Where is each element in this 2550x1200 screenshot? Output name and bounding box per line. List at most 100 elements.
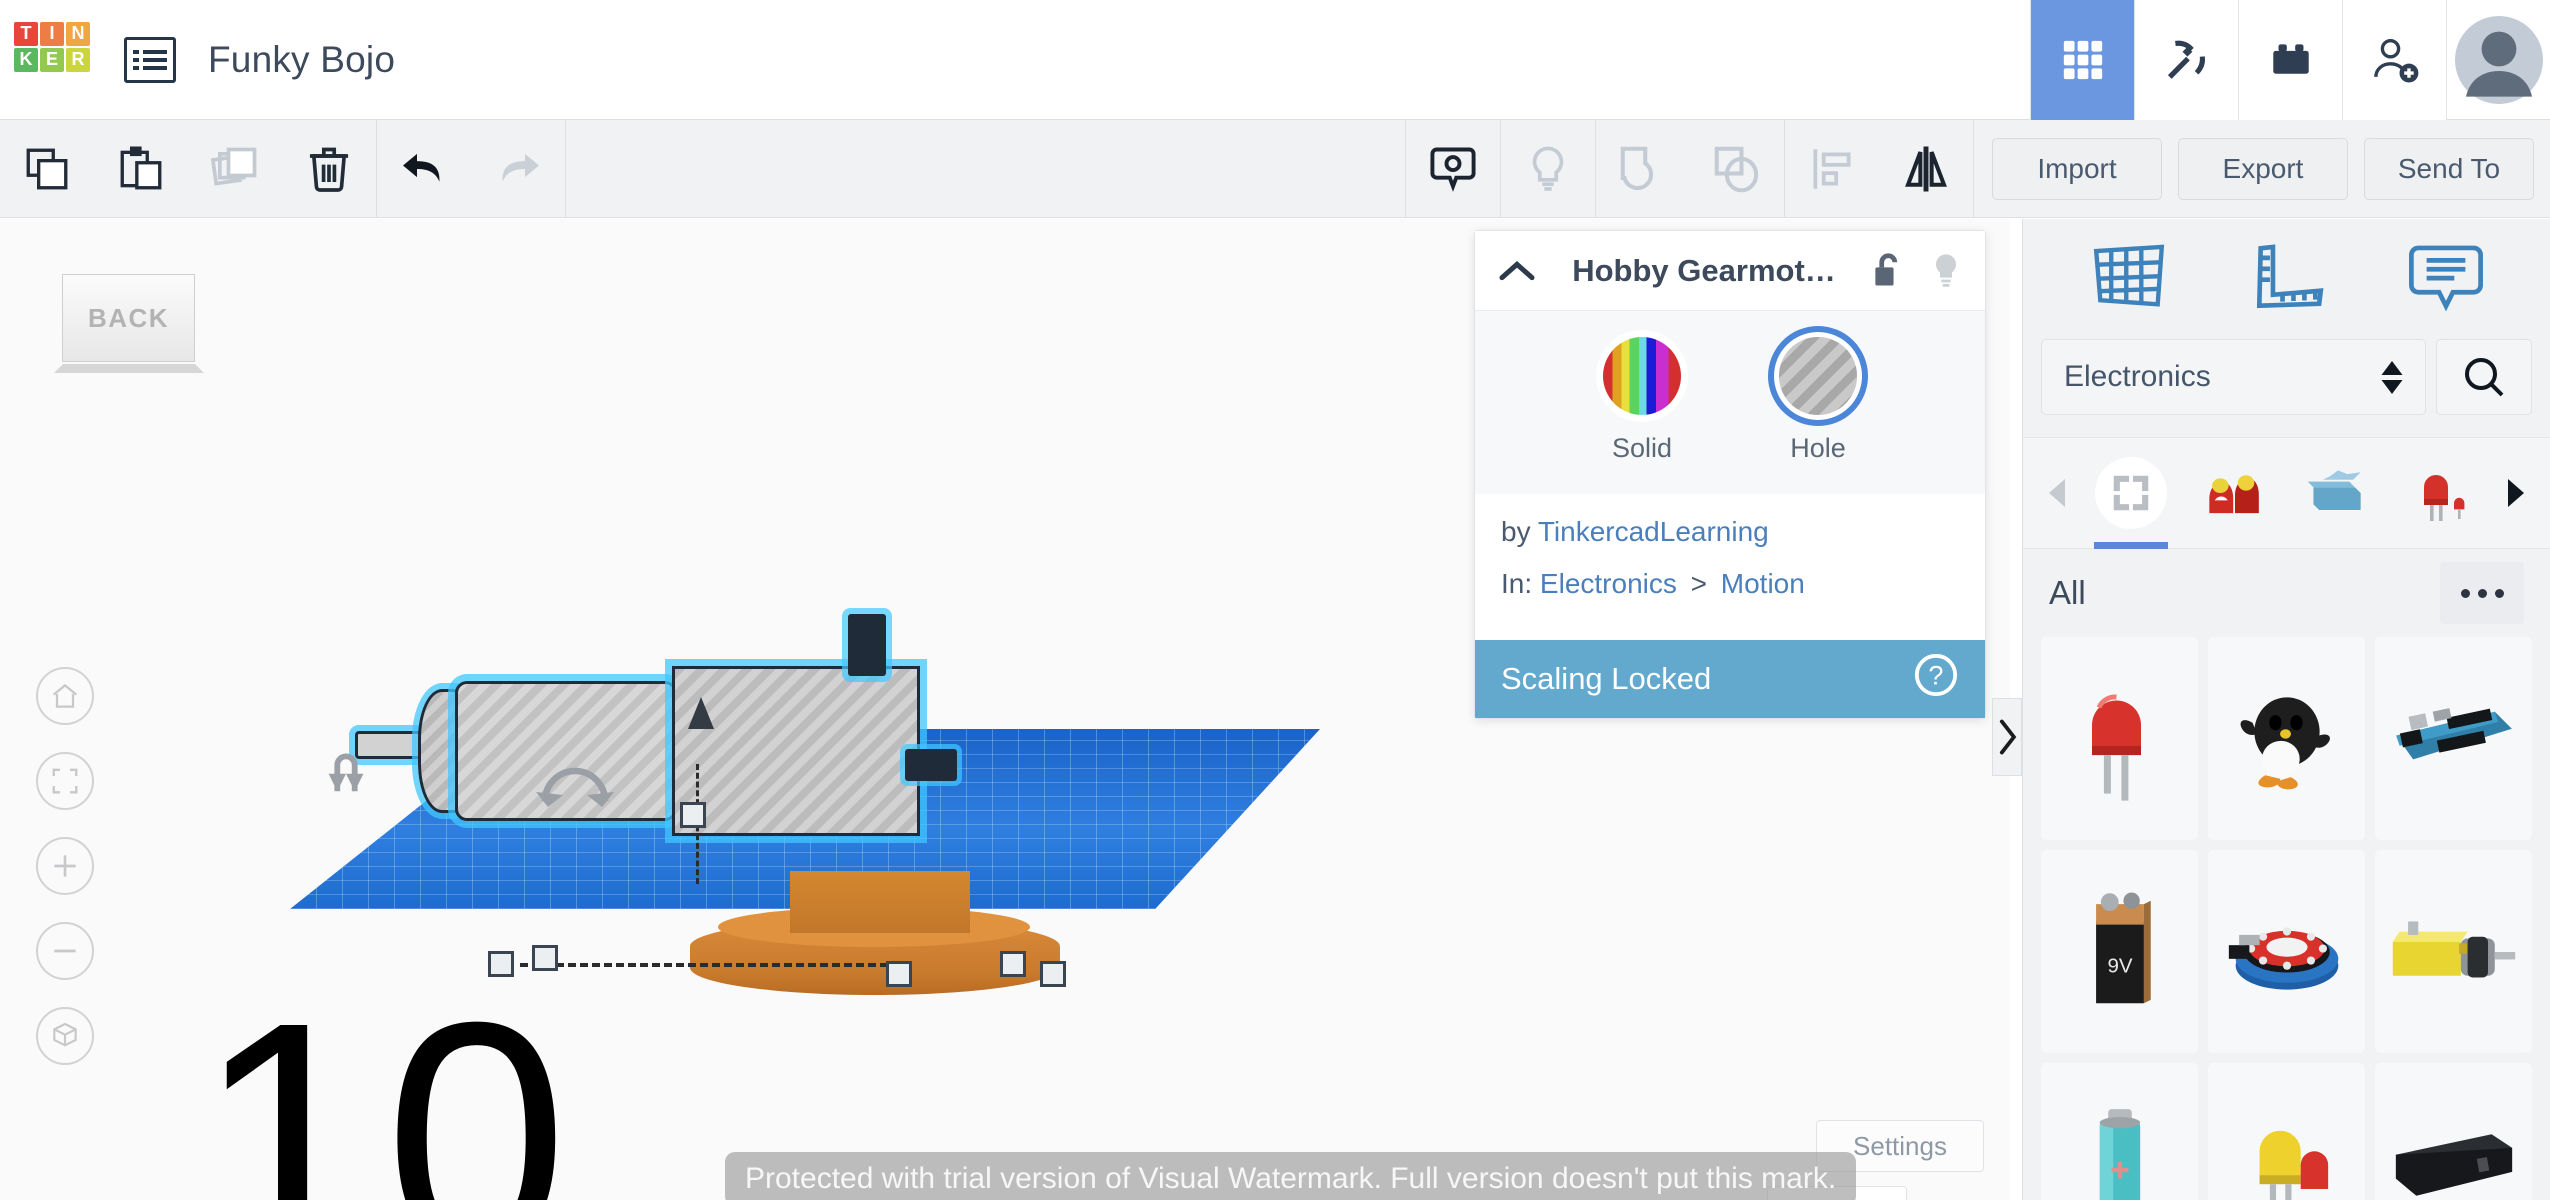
shape-item-black-module[interactable]	[2375, 1063, 2532, 1200]
lightbulb-icon	[1522, 143, 1574, 195]
scaling-locked-bar: Scaling Locked ?	[1475, 640, 1985, 718]
library-search-row: Electronics	[2023, 339, 2550, 415]
move-up-arrow-handle[interactable]	[688, 697, 714, 729]
sidebar-collapse-handle[interactable]	[1992, 698, 2022, 776]
category-tab-breadboard[interactable]	[2183, 437, 2287, 549]
category-carousel	[2023, 437, 2550, 549]
header-btn-invite[interactable]	[2342, 0, 2446, 120]
height-handle[interactable]	[680, 802, 706, 828]
scaling-help-icon[interactable]: ?	[1913, 652, 1959, 706]
lego-brick-icon	[2266, 35, 2316, 85]
shape-item-battery-aa[interactable]	[2041, 1063, 2198, 1200]
shape-item-battery-9v[interactable]: 9V	[2041, 850, 2198, 1053]
header-btn-3d-designs[interactable]	[2030, 0, 2134, 120]
shape-item-led-red[interactable]	[2041, 637, 2198, 840]
pickaxe-icon	[2161, 34, 2213, 86]
search-button[interactable]	[2436, 339, 2532, 415]
sidebar-tool-row	[2023, 219, 2550, 339]
led-yellow-icon	[2239, 1104, 2335, 1200]
rotate-handle-arc[interactable]	[530, 759, 620, 819]
header-btn-bricks[interactable]	[2238, 0, 2342, 120]
trash-icon	[303, 143, 355, 195]
workplane-tool[interactable]	[2088, 241, 2170, 318]
properties-header: Hobby Gearmot…	[1475, 231, 1985, 311]
notes-button[interactable]	[1406, 120, 1500, 218]
header-btn-minecraft[interactable]	[2134, 0, 2238, 120]
grid-icon	[2060, 37, 2106, 83]
lightbulb-icon[interactable]	[1929, 251, 1963, 291]
note-marker-icon	[1427, 143, 1479, 195]
rotate-handle-arc-side[interactable]	[322, 739, 370, 797]
duplicate-icon	[209, 143, 261, 195]
mirror-button[interactable]	[1879, 120, 1973, 218]
hole-swatch[interactable]	[1779, 337, 1857, 415]
author-link[interactable]: TinkercadLearning	[1538, 516, 1769, 547]
shape-item-penguin[interactable]	[2208, 637, 2365, 840]
paste-button[interactable]	[94, 120, 188, 218]
category-tab-led[interactable]	[2390, 437, 2494, 549]
copy-button[interactable]	[0, 120, 94, 218]
ruler-tool[interactable]	[2247, 241, 2329, 318]
logo-letter: N	[66, 22, 90, 46]
location-link-category[interactable]: Electronics	[1540, 568, 1677, 599]
library-select[interactable]: Electronics	[2041, 339, 2426, 415]
gearmotor-body[interactable]	[672, 666, 920, 836]
note-icon	[2407, 241, 2485, 313]
notes-tool[interactable]	[2407, 241, 2485, 318]
shape-item-gearmotor-yellow[interactable]	[2375, 850, 2532, 1053]
chevron-right-icon	[2503, 477, 2529, 509]
category-prev-button[interactable]	[2035, 477, 2079, 509]
avatar[interactable]	[2446, 0, 2550, 120]
servo-icon	[2302, 457, 2374, 529]
delete-button[interactable]	[282, 120, 376, 218]
logo-letter: K	[14, 48, 38, 72]
solid-color-swatch[interactable]	[1603, 337, 1681, 415]
category-tab-servo[interactable]	[2287, 437, 2391, 549]
design-list-icon[interactable]	[124, 37, 176, 83]
scale-handle-right[interactable]	[1000, 951, 1026, 977]
chevron-up-icon	[2381, 361, 2403, 375]
avatar-icon	[2455, 16, 2543, 104]
shapes-section-header: All	[2023, 549, 2550, 637]
penguin-icon	[2225, 681, 2349, 797]
logo-letter: T	[14, 22, 38, 46]
shapes-section-label: All	[2049, 574, 2086, 612]
toolbar-file-actions: Import Export Send To	[1992, 138, 2550, 200]
shape-properties-panel: Hobby Gearmot… Solid Hole by	[1474, 230, 1986, 719]
export-button[interactable]: Export	[2178, 138, 2348, 200]
stepper-arrows[interactable]	[2381, 361, 2403, 394]
logo-letter: I	[40, 22, 64, 46]
shape-mode-selector: Solid Hole	[1475, 311, 1985, 494]
scale-handle-right-2[interactable]	[1040, 961, 1066, 987]
unlock-icon[interactable]	[1871, 251, 1907, 291]
undo-button[interactable]	[377, 120, 471, 218]
arduino-icon	[2386, 691, 2522, 787]
solid-mode-option[interactable]: Solid	[1603, 337, 1681, 464]
tinkercad-logo[interactable]: T I N K E R	[14, 22, 90, 98]
redo-button	[471, 120, 565, 218]
more-options-icon[interactable]	[2440, 562, 2524, 624]
header-actions	[2030, 0, 2550, 120]
category-next-button[interactable]	[2494, 477, 2538, 509]
hole-label: Hole	[1790, 433, 1846, 464]
location-row: In: Electronics > Motion	[1501, 568, 1959, 600]
hole-mode-option[interactable]: Hole	[1779, 337, 1857, 464]
chevron-right-icon	[1996, 718, 2018, 756]
battery-9v-icon: 9V	[2079, 887, 2161, 1017]
import-button[interactable]: Import	[1992, 138, 2162, 200]
shape-item-arduino[interactable]	[2375, 637, 2532, 840]
location-link-subcategory[interactable]: Motion	[1721, 568, 1805, 599]
category-tab-all[interactable]	[2079, 437, 2183, 549]
properties-title: Hobby Gearmot…	[1537, 253, 1871, 289]
scale-handle-mid[interactable]	[886, 961, 912, 987]
neopixel-ring-icon	[2222, 904, 2352, 1000]
logo-letter: R	[66, 48, 90, 72]
page-title[interactable]: Funky Bojo	[208, 39, 395, 81]
send-to-button[interactable]: Send To	[2364, 138, 2534, 200]
shape-item-neopixel-ring[interactable]	[2208, 850, 2365, 1053]
location-prefix: In:	[1501, 568, 1532, 599]
toolbar-divider	[565, 120, 566, 218]
shape-item-led-yellow[interactable]	[2208, 1063, 2365, 1200]
led-icon	[2406, 457, 2478, 529]
chevron-up-icon[interactable]	[1497, 257, 1537, 285]
